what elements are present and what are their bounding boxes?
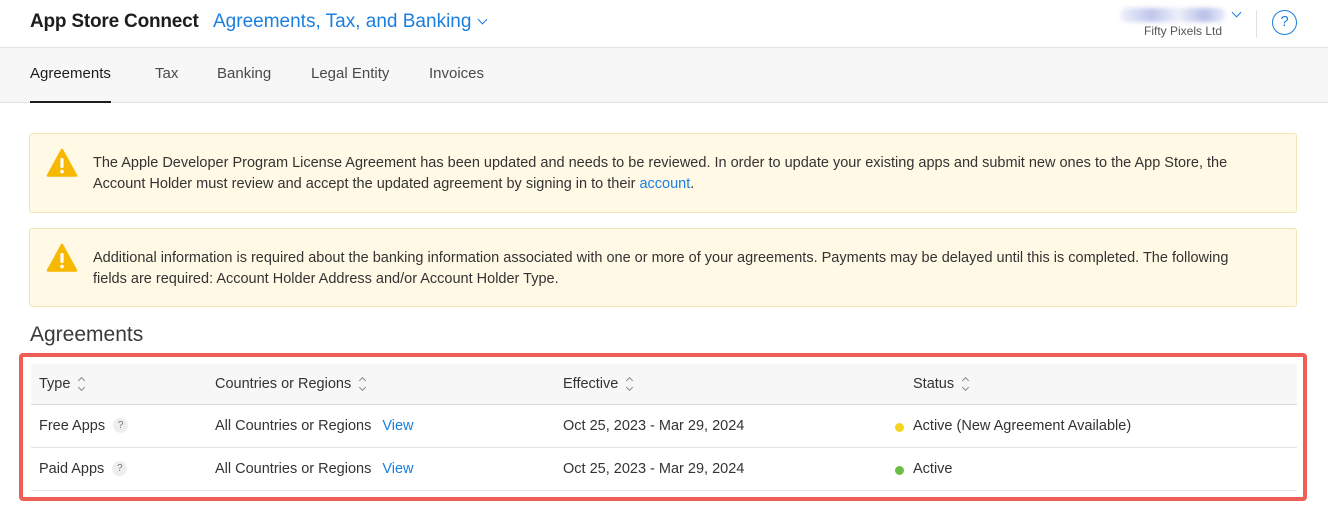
banking-info-alert: Additional information is required about…: [29, 228, 1297, 307]
regions-cell: All Countries or Regions View: [215, 461, 414, 477]
sort-icon: [962, 376, 970, 392]
top-bar: App Store Connect Agreements, Tax, and B…: [0, 0, 1328, 48]
section-menu-label: Agreements, Tax, and Banking: [213, 11, 472, 32]
column-label: Status: [913, 376, 955, 392]
column-header-effective[interactable]: Effective: [563, 376, 634, 392]
table-row: Free Apps? All Countries or Regions View …: [31, 405, 1297, 448]
regions-text: All Countries or Regions: [215, 461, 372, 477]
account-organization: Fifty Pixels Ltd: [1144, 24, 1223, 38]
regions-cell: All Countries or Regions View: [215, 418, 414, 434]
tab-invoices[interactable]: Invoices: [429, 65, 484, 103]
column-header-type[interactable]: Type: [39, 376, 86, 392]
tab-tax[interactable]: Tax: [155, 65, 178, 103]
status-dot: [895, 423, 904, 432]
table-row: Paid Apps? All Countries or Regions View …: [31, 448, 1297, 491]
section-menu[interactable]: Agreements, Tax, and Banking: [213, 11, 488, 33]
alert-text-end: .: [690, 175, 695, 192]
warning-icon: [46, 243, 78, 272]
agreement-type: Paid Apps?: [39, 461, 128, 477]
view-regions-link[interactable]: View: [382, 461, 413, 477]
tab-agreements[interactable]: Agreements: [30, 65, 111, 103]
sort-icon: [359, 376, 367, 392]
regions-text: All Countries or Regions: [215, 418, 372, 434]
status-dot: [895, 466, 904, 475]
help-icon[interactable]: ?: [113, 418, 129, 433]
header-divider: [1256, 10, 1257, 38]
table-header: Type Countries or Regions Effective Stat…: [31, 364, 1297, 405]
app-title[interactable]: App Store Connect: [30, 11, 199, 33]
account-name-redacted: [1120, 8, 1226, 22]
sort-icon: [78, 376, 86, 392]
warning-icon: [46, 148, 78, 177]
column-label: Countries or Regions: [215, 376, 352, 392]
alert-message: Additional information is required about…: [93, 250, 1229, 287]
help-icon[interactable]: ?: [1272, 10, 1297, 35]
effective-dates: Oct 25, 2023 - Mar 29, 2024: [563, 461, 745, 477]
status-text: Active (New Agreement Available): [913, 418, 1132, 434]
chevron-down-icon: [477, 14, 488, 25]
agreement-type-label: Paid Apps: [39, 461, 105, 477]
status-text: Active: [913, 461, 953, 477]
tab-banking[interactable]: Banking: [217, 65, 271, 103]
column-header-countries[interactable]: Countries or Regions: [215, 376, 367, 392]
column-label: Type: [39, 376, 71, 392]
sort-icon: [626, 376, 634, 392]
column-label: Effective: [563, 376, 619, 392]
account-menu[interactable]: Fifty Pixels Ltd: [1120, 6, 1246, 42]
alert-message: The Apple Developer Program License Agre…: [93, 153, 1266, 194]
chevron-down-icon: [1231, 7, 1242, 18]
tab-legal-entity[interactable]: Legal Entity: [311, 65, 389, 103]
account-link[interactable]: account: [639, 176, 690, 192]
view-regions-link[interactable]: View: [382, 418, 413, 434]
agreement-type: Free Apps?: [39, 418, 129, 434]
column-header-status[interactable]: Status: [913, 376, 970, 392]
license-agreement-alert: The Apple Developer Program License Agre…: [29, 133, 1297, 213]
effective-dates: Oct 25, 2023 - Mar 29, 2024: [563, 418, 745, 434]
agreement-type-label: Free Apps: [39, 418, 106, 434]
help-icon[interactable]: ?: [112, 461, 128, 476]
section-title: Agreements: [30, 323, 144, 346]
tab-bar: Agreements Tax Banking Legal Entity Invo…: [0, 48, 1328, 103]
